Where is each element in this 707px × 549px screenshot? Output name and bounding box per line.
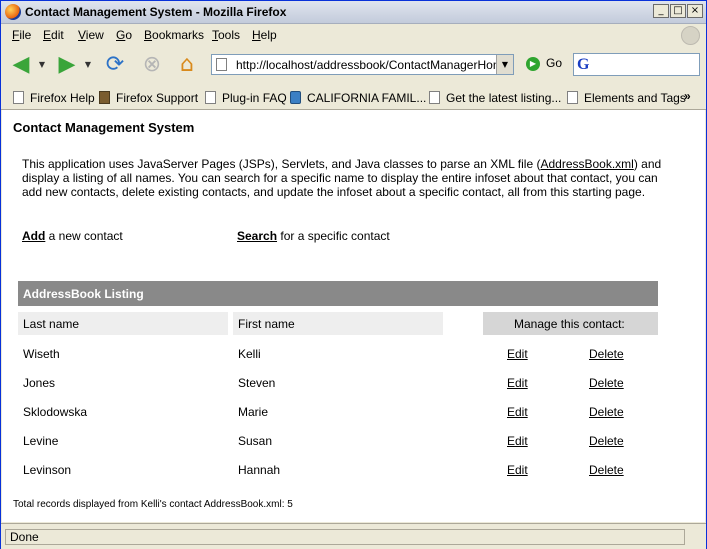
throbber-icon xyxy=(681,26,700,45)
search-contact-line: Search for a specific contact xyxy=(237,229,390,243)
address-input[interactable]: http://localhost/addressbook/ContactMana… xyxy=(236,58,498,72)
addressbook-xml-link[interactable]: AddressBook.xml xyxy=(540,157,633,171)
bookmarks-overflow-chevron-icon[interactable]: » xyxy=(684,89,691,103)
column-header-first-name: First name xyxy=(233,312,443,335)
page-title: Contact Management System xyxy=(13,120,195,135)
firefox-logo-icon xyxy=(5,4,21,20)
first-name-cell: Susan xyxy=(238,434,273,448)
bookmark-firefox-support[interactable]: Firefox Support xyxy=(99,91,198,105)
menu-edit[interactable]: Edit xyxy=(43,28,64,42)
last-name-cell: Sklodowska xyxy=(23,405,88,419)
first-name-cell: Steven xyxy=(238,376,276,390)
page-icon xyxy=(13,91,24,104)
page-content: Contact Management System This applicati… xyxy=(2,110,705,522)
menu-view[interactable]: View xyxy=(78,28,104,42)
menu-file[interactable]: File xyxy=(12,28,31,42)
zine-icon xyxy=(99,91,110,104)
edit-link[interactable]: Edit xyxy=(507,347,528,361)
reload-icon[interactable]: ⟳ xyxy=(101,51,129,79)
last-name-cell: Wiseth xyxy=(23,347,60,361)
maximize-button[interactable]: □ xyxy=(670,4,686,18)
search-box[interactable]: G xyxy=(573,53,700,76)
forward-dropdown-icon[interactable]: ▼ xyxy=(81,51,95,79)
forward-icon[interactable]: ▶ xyxy=(53,51,81,79)
bookmark-california-family[interactable]: CALIFORNIA FAMIL... xyxy=(290,91,426,105)
bookmark-firefox-help[interactable]: Firefox Help xyxy=(13,91,95,105)
edit-link[interactable]: Edit xyxy=(507,376,528,390)
page-icon xyxy=(216,58,227,71)
stop-icon[interactable]: ⊗ xyxy=(138,51,166,79)
records-footer: Total records displayed from Kelli's con… xyxy=(13,499,293,510)
add-contact-line: Add a new contact xyxy=(22,229,123,243)
delete-link[interactable]: Delete xyxy=(589,463,624,477)
back-icon[interactable]: ◀ xyxy=(7,51,35,79)
browser-window: Contact Management System - Mozilla Fire… xyxy=(0,0,707,549)
delete-link[interactable]: Delete xyxy=(589,405,624,419)
first-name-cell: Hannah xyxy=(238,463,281,477)
listing-header: AddressBook Listing xyxy=(18,281,658,306)
status-bar: Done xyxy=(1,523,706,549)
back-dropdown-icon[interactable]: ▼ xyxy=(35,51,49,79)
add-link[interactable]: Add xyxy=(22,229,45,243)
edit-link[interactable]: Edit xyxy=(507,463,528,477)
address-bar[interactable]: http://localhost/addressbook/ContactMana… xyxy=(211,54,514,75)
delete-link[interactable]: Delete xyxy=(589,434,624,448)
google-search-icon[interactable]: G xyxy=(577,56,589,74)
search-link[interactable]: Search xyxy=(237,229,277,243)
menu-tools[interactable]: Tools xyxy=(212,28,240,42)
last-name-cell: Levine xyxy=(23,434,59,448)
close-button[interactable]: × xyxy=(687,4,703,18)
home-icon[interactable]: ⌂ xyxy=(173,51,201,79)
bookmark-plugin-faq[interactable]: Plug-in FAQ xyxy=(205,91,287,105)
column-header-manage: Manage this contact: xyxy=(483,312,658,335)
menu-bar: File Edit View Go Bookmarks Tools Help xyxy=(1,24,706,45)
go-label: Go xyxy=(546,56,563,70)
delete-link[interactable]: Delete xyxy=(589,347,624,361)
minimize-button[interactable]: _ xyxy=(653,4,669,18)
go-button[interactable]: ▶ Go xyxy=(526,56,562,71)
listing-title: AddressBook Listing xyxy=(23,287,144,301)
status-text: Done xyxy=(5,529,685,545)
menu-go[interactable]: Go xyxy=(116,28,132,42)
title-bar[interactable]: Contact Management System - Mozilla Fire… xyxy=(1,1,706,24)
bookmark-latest-listing[interactable]: Get the latest listing... xyxy=(429,91,561,105)
page-icon xyxy=(567,91,578,104)
menu-help[interactable]: Help xyxy=(252,28,277,42)
first-name-cell: Kelli xyxy=(238,347,261,361)
delete-link[interactable]: Delete xyxy=(589,376,624,390)
bookmark-site-icon xyxy=(290,91,301,104)
navigation-toolbar: ◀ ▼ ▶ ▼ ⟳ ⊗ ⌂ http://localhost/addressbo… xyxy=(1,46,706,84)
bookmark-elements-and-tags[interactable]: Elements and Tags xyxy=(567,91,686,105)
page-icon xyxy=(429,91,440,104)
edit-link[interactable]: Edit xyxy=(507,405,528,419)
last-name-cell: Levinson xyxy=(23,463,72,477)
column-header-last-name: Last name xyxy=(18,312,228,335)
first-name-cell: Marie xyxy=(238,405,269,419)
go-icon: ▶ xyxy=(526,56,540,71)
edit-link[interactable]: Edit xyxy=(507,434,528,448)
menu-bookmarks[interactable]: Bookmarks xyxy=(144,28,204,42)
last-name-cell: Jones xyxy=(23,376,56,390)
address-dropdown-icon[interactable]: ▼ xyxy=(496,55,513,74)
bookmarks-toolbar: Firefox Help Firefox Support Plug-in FAQ… xyxy=(1,85,706,110)
page-icon xyxy=(205,91,216,104)
window-title: Contact Management System - Mozilla Fire… xyxy=(25,5,287,19)
intro-paragraph: This application uses JavaServer Pages (… xyxy=(22,157,662,199)
